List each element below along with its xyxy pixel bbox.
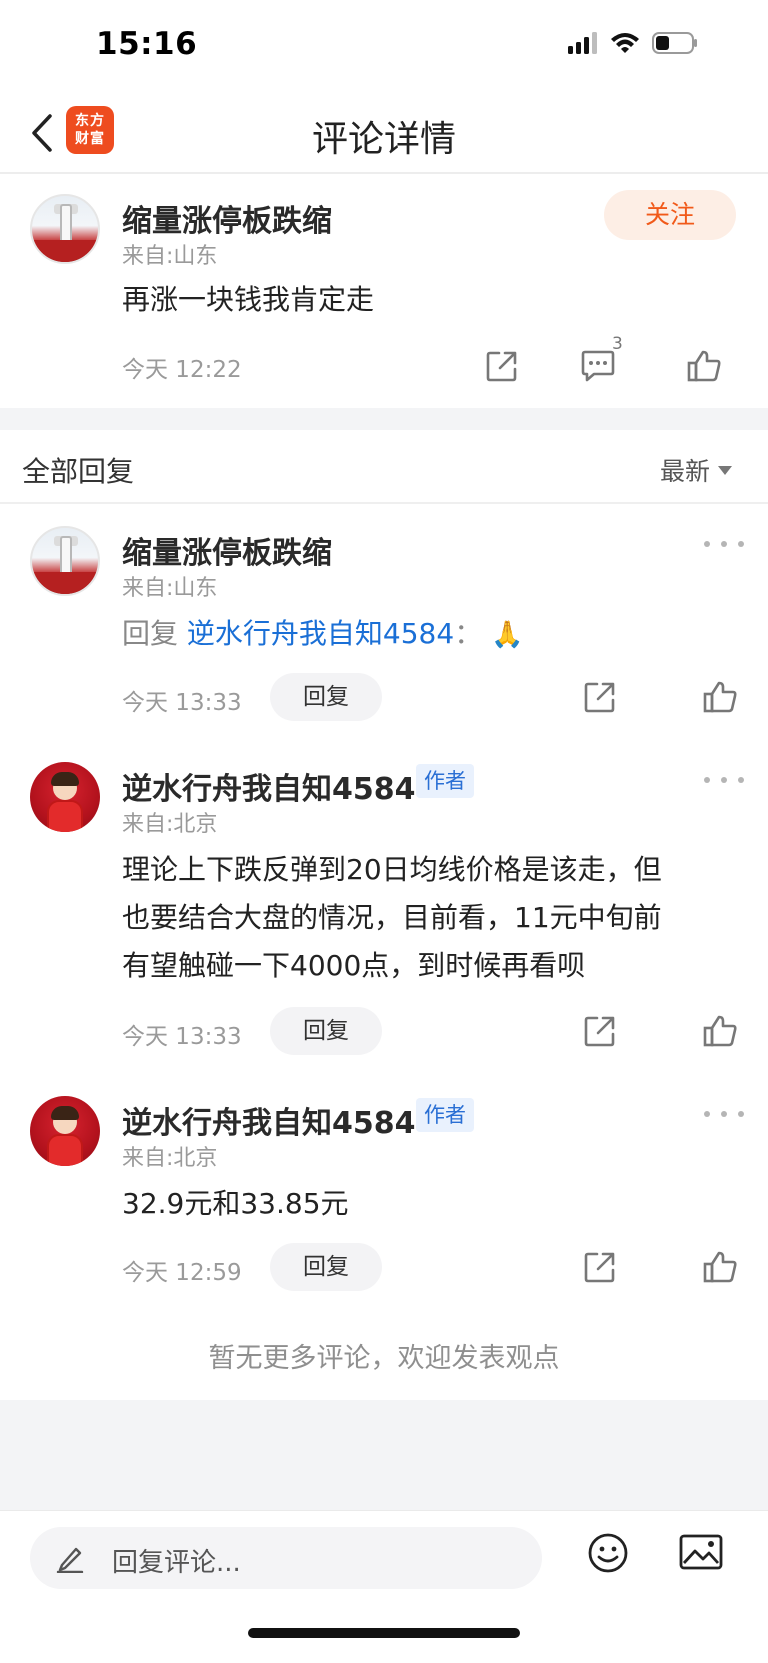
image-icon <box>679 1534 723 1570</box>
wifi-icon <box>611 33 639 53</box>
reply-prefix: 回复 <box>122 617 179 650</box>
page-title: 评论详情 <box>311 119 456 160</box>
battery-icon <box>652 32 697 54</box>
reply-text-line: 有望触碰一下4000点，到时候再看呗 <box>122 949 586 982</box>
share-button[interactable] <box>578 675 622 719</box>
image-button[interactable] <box>678 1533 724 1575</box>
user-name[interactable]: 逆水行舟我自知4584 <box>122 1098 416 1142</box>
reply-button[interactable]: 回复 <box>270 1243 382 1291</box>
author-badge: 作者 <box>416 764 474 798</box>
reply-time: 今天 13:33 <box>122 690 242 716</box>
bottom-bar: 回复评论... <box>0 1510 768 1663</box>
reply-text: 32.9元和33.85元 <box>122 1187 349 1220</box>
more-options-button[interactable] <box>704 534 744 554</box>
reply-text: 回复 逆水行舟我自知4584： 🙏 <box>122 610 523 659</box>
user-name[interactable]: 缩量涨停板跌缩 <box>122 196 332 240</box>
home-indicator <box>248 1628 520 1638</box>
reply-comment-input[interactable]: 回复评论... <box>30 1527 542 1589</box>
more-options-button[interactable] <box>704 1104 744 1124</box>
replies-title: 全部回复 <box>22 455 135 488</box>
follow-button[interactable]: 关注 <box>604 190 736 240</box>
reply-separator: ： <box>454 617 483 650</box>
reply-target-link[interactable]: 逆水行舟我自知4584 <box>187 617 454 650</box>
reply-time: 今天 13:33 <box>122 1024 242 1050</box>
like-button[interactable] <box>698 675 742 719</box>
status-icons <box>568 32 698 54</box>
user-location: 来自:山东 <box>122 576 218 601</box>
sort-dropdown[interactable]: 最新 <box>660 452 732 488</box>
section-divider <box>0 408 768 430</box>
comment-count: 3 <box>612 334 623 354</box>
share-button[interactable] <box>480 344 524 388</box>
end-of-list-hint: 暂无更多评论，欢迎发表观点 <box>208 1343 560 1374</box>
user-name[interactable]: 缩量涨停板跌缩 <box>122 528 332 572</box>
reply-text-line: 也要结合大盘的情况，目前看，11元中旬前 <box>122 901 662 934</box>
thumbs-up-icon <box>703 681 737 713</box>
reply-button[interactable]: 回复 <box>270 1007 382 1055</box>
empty-area <box>0 1400 768 1510</box>
smiley-icon <box>588 1533 628 1573</box>
avatar[interactable] <box>30 1096 100 1166</box>
replies-header: 全部回复 最新 <box>0 430 768 504</box>
caret-down-icon <box>718 465 732 475</box>
share-button[interactable] <box>578 1245 622 1289</box>
status-bar: 15:16 <box>0 0 768 92</box>
share-icon <box>584 682 615 713</box>
more-options-button[interactable] <box>704 770 744 790</box>
author-badge: 作者 <box>416 1098 474 1132</box>
share-icon <box>486 351 517 382</box>
like-button[interactable] <box>698 1245 742 1289</box>
status-time: 15:16 <box>96 26 198 62</box>
share-icon <box>584 1252 615 1283</box>
emoji: 🙏 <box>491 620 524 650</box>
sort-label: 最新 <box>659 457 710 486</box>
thumbs-up-icon <box>703 1251 737 1283</box>
reply-input-placeholder: 回复评论... <box>112 1548 241 1578</box>
share-button[interactable] <box>578 1009 622 1053</box>
comment-icon <box>581 350 615 382</box>
comment-time: 今天 12:22 <box>122 357 242 383</box>
avatar[interactable] <box>30 194 100 264</box>
signal-icon <box>568 32 597 54</box>
nav-bar: 东方 财富 评论详情 <box>0 92 768 174</box>
user-location: 来自:山东 <box>122 244 218 269</box>
user-name[interactable]: 逆水行舟我自知4584 <box>122 764 416 808</box>
user-location: 来自:北京 <box>122 1146 218 1171</box>
share-icon <box>584 1016 615 1047</box>
avatar[interactable] <box>30 762 100 832</box>
like-button[interactable] <box>698 1009 742 1053</box>
thumbs-up-icon <box>703 1015 737 1047</box>
avatar[interactable] <box>30 526 100 596</box>
emoji-button[interactable] <box>586 1531 630 1579</box>
reply-button[interactable]: 回复 <box>270 673 382 721</box>
reply-text-line: 理论上下跌反弹到20日均线价格是该走，但 <box>122 853 662 886</box>
user-location: 来自:北京 <box>122 812 218 837</box>
thumbs-up-icon <box>687 350 721 382</box>
like-button[interactable] <box>682 344 726 388</box>
comment-text: 再涨一块钱我肯定走 <box>122 283 375 316</box>
reply-text: 理论上下跌反弹到20日均线价格是该走，但 也要结合大盘的情况，目前看，11元中旬… <box>122 846 742 990</box>
reply-time: 今天 12:59 <box>122 1260 242 1286</box>
pencil-icon <box>56 1547 84 1573</box>
